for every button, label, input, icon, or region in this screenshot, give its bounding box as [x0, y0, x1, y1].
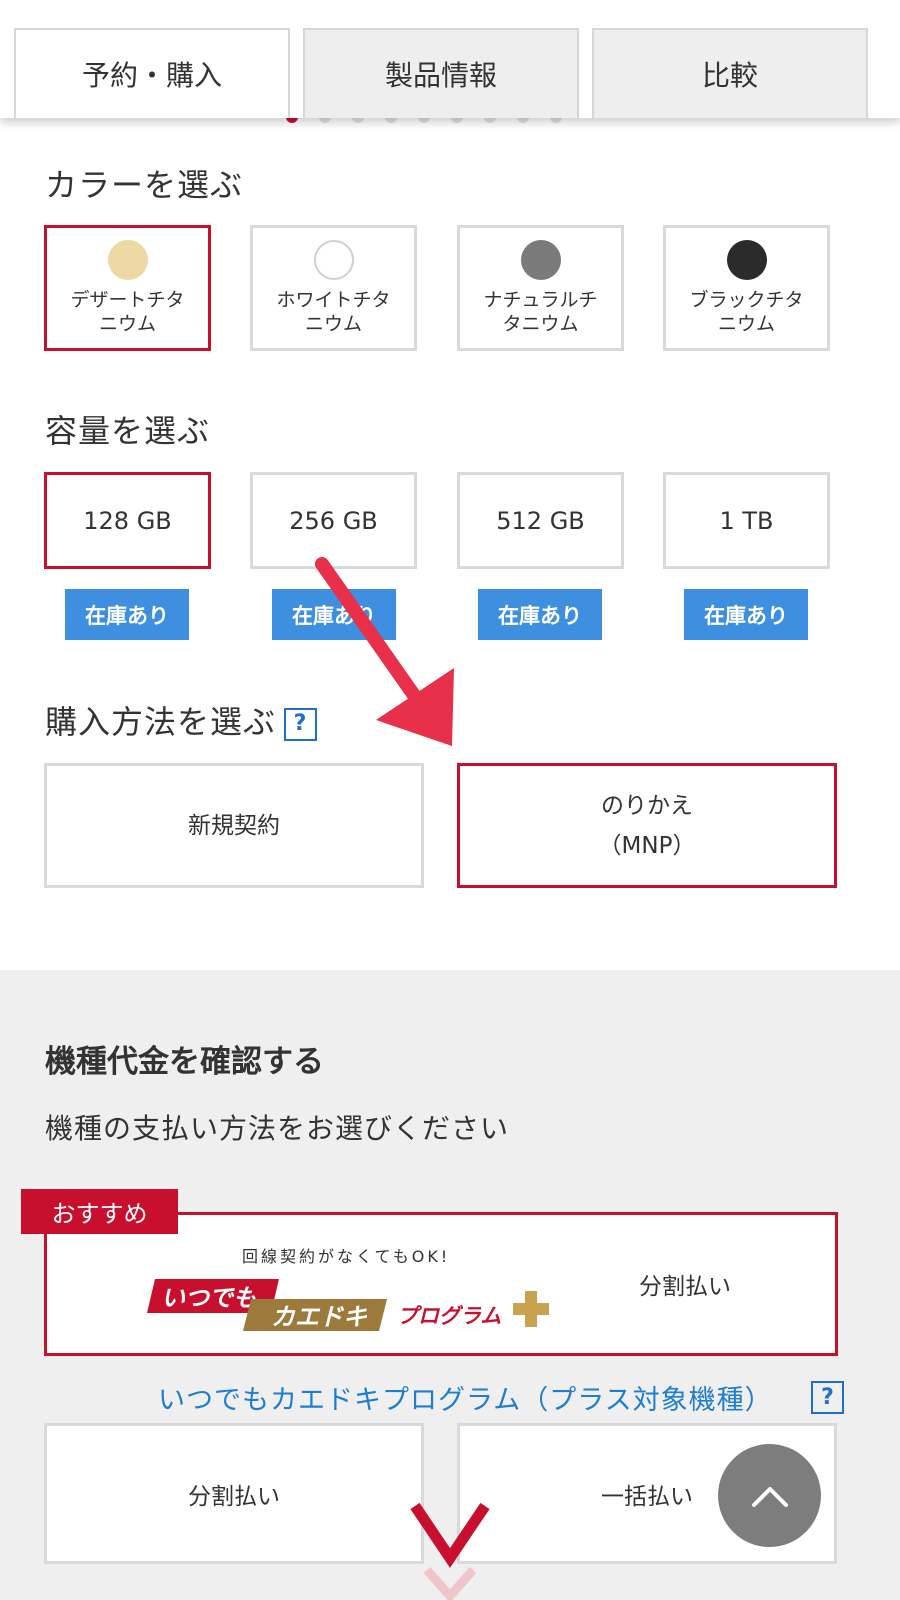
color-swatch [520, 240, 561, 280]
recommended-option-label: 分割払い [639, 1274, 731, 1300]
program-help-icon[interactable]: ? [811, 1381, 844, 1414]
color-name: ブラックチタニウム [689, 289, 804, 335]
installment-payment-option[interactable]: 分割払い [44, 1423, 424, 1564]
annotation-arrow-icon [315, 557, 454, 746]
payment-option-label: 分割払い [188, 1483, 280, 1510]
svg-text:カエドキ: カエドキ [271, 1303, 368, 1331]
price-section-subtitle: 機種の支払い方法をお選びください [45, 1112, 510, 1145]
stock-badge: 在庫あり [65, 589, 189, 640]
color-option-desert[interactable]: デザートチタニウム [44, 225, 211, 351]
capacity-label: 512 GB [496, 506, 585, 535]
chevron-up-icon [751, 1486, 788, 1507]
purchase-option-label-line1: のりかえ [601, 792, 693, 819]
capacity-option-128gb[interactable]: 128 GB [44, 472, 211, 569]
purchase-option-label-line2: （MNP） [598, 832, 696, 859]
svg-text:プログラム: プログラム [397, 1304, 501, 1328]
kaedoki-program-link[interactable]: いつでもカエドキプログラム（プラス対象機種） [158, 1378, 773, 1417]
svg-text:いつでも: いつでも [161, 1284, 257, 1312]
purchase-option-mnp[interactable]: のりかえ （MNP） [457, 763, 837, 888]
tab-product-info[interactable]: 製品情報 [303, 28, 579, 118]
stock-badge: 在庫あり [478, 589, 602, 640]
color-name: ホワイトチタニウム [276, 289, 391, 335]
purchase-option-new-contract[interactable]: 新規契約 [44, 763, 424, 888]
payment-option-label: 一括払い [601, 1483, 693, 1510]
tab-bar: 予約・購入 製品情報 比較 [0, 0, 900, 118]
chevron-down-icon [410, 1502, 490, 1600]
price-section-title: 機種代金を確認する [45, 1044, 324, 1080]
tab-compare[interactable]: 比較 [592, 28, 868, 118]
color-swatch [726, 240, 767, 280]
scroll-to-top-button[interactable] [718, 1444, 821, 1547]
stock-badge: 在庫あり [684, 589, 808, 640]
color-option-black[interactable]: ブラックチタニウム [663, 225, 830, 351]
capacity-option-512gb[interactable]: 512 GB [457, 472, 624, 569]
color-swatch [107, 240, 148, 280]
color-swatch [313, 240, 354, 280]
kaedoki-program-logo: いつでも カエドキ プログラム [147, 1279, 549, 1331]
purchase-option-label: 新規契約 [188, 812, 280, 839]
capacity-section-title: 容量を選ぶ [45, 412, 211, 450]
capacity-option-1tb[interactable]: 1 TB [663, 472, 830, 569]
purchase-section-label: 購入方法を選ぶ [45, 703, 277, 741]
tab-reserve-purchase[interactable]: 予約・購入 [14, 28, 290, 118]
color-name: ナチュラルチタニウム [483, 289, 598, 335]
capacity-label: 128 GB [83, 506, 172, 535]
capacity-label: 1 TB [719, 506, 774, 535]
color-option-natural[interactable]: ナチュラルチタニウム [457, 225, 624, 351]
color-option-white[interactable]: ホワイトチタニウム [250, 225, 417, 351]
program-tagline: 回線契約がなくてもOK! [242, 1247, 451, 1266]
recommended-badge: おすすめ [21, 1189, 178, 1234]
color-section-title: カラーを選ぶ [45, 166, 244, 204]
color-name: デザートチタニウム [70, 289, 185, 335]
capacity-label: 256 GB [289, 506, 378, 535]
purchase-section-title: 購入方法を選ぶ? [45, 697, 318, 743]
